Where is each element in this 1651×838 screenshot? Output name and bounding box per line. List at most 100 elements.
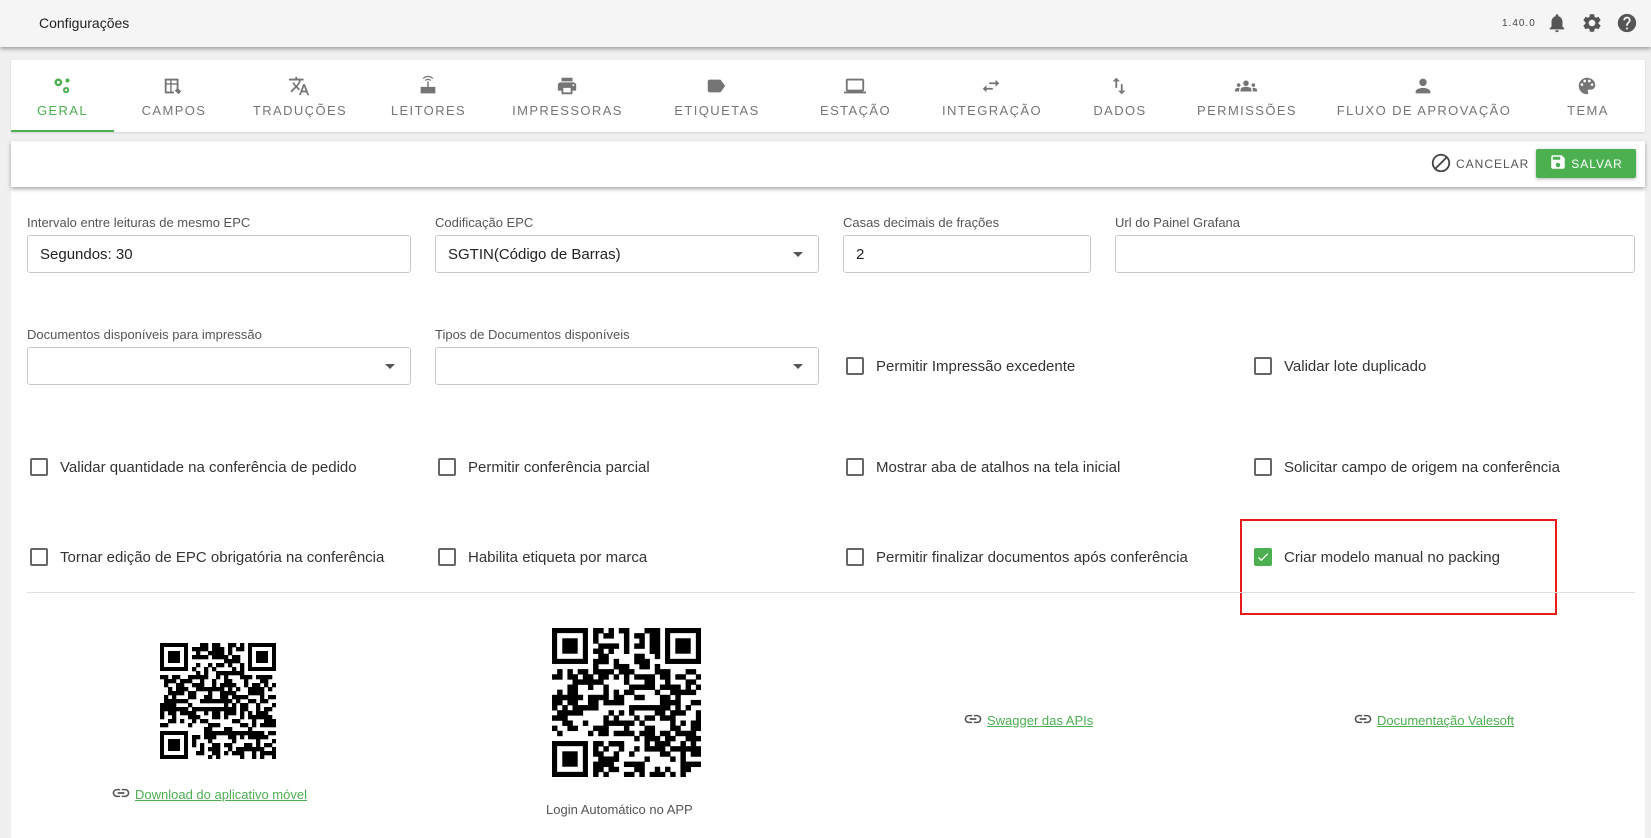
tab-label: ESTAÇÃO [820, 102, 891, 118]
checkbox-label: Solicitar campo de origem na conferência [1284, 458, 1560, 476]
checkbox-solicitar-campo-origem[interactable]: Solicitar campo de origem na conferência [1254, 455, 1560, 479]
grafana-url-input[interactable] [1115, 235, 1635, 273]
decimals-input[interactable]: 2 [843, 235, 1091, 273]
encoding-select[interactable]: SGTIN(Código de Barras) [435, 235, 819, 273]
print-docs-label: Documentos disponíveis para impressão [27, 327, 262, 342]
decimals-value: 2 [856, 245, 865, 263]
checkbox-box[interactable] [1254, 458, 1272, 476]
doc-types-label: Tipos de Documentos disponíveis [435, 327, 630, 342]
tab-traducoes[interactable]: TRADUÇÕES [234, 60, 366, 132]
tab-label: LEITORES [390, 102, 467, 118]
interval-label: Intervalo entre leituras de mesmo EPC [27, 215, 251, 230]
checkbox-box[interactable] [846, 357, 864, 375]
checkbox-box[interactable] [846, 548, 864, 566]
doc-types-select[interactable] [435, 347, 819, 385]
label-icon [705, 75, 729, 99]
checkbox-label: Habilita etiqueta por marca [468, 548, 648, 566]
tab-tema[interactable]: TEMA [1531, 60, 1645, 132]
checkbox-tornar-edicao-epc[interactable]: Tornar edição de EPC obrigatória na conf… [30, 545, 384, 569]
gears-icon [51, 75, 75, 99]
link-icon [1353, 709, 1373, 732]
router-icon [417, 75, 441, 99]
tab-estacao[interactable]: ESTAÇÃO [790, 60, 921, 132]
action-bar: CANCELAR SALVAR [11, 141, 1645, 187]
app-version: 1.40.0 [1502, 18, 1536, 29]
interval-input[interactable]: Segundos: 30 [27, 235, 411, 273]
cancel-label: CANCELAR [1456, 157, 1530, 171]
checkbox-label: Criar modelo manual no packing [1284, 548, 1500, 566]
swap-arrows-icon [980, 75, 1004, 99]
checkbox-box-checked[interactable] [1254, 548, 1272, 566]
gear-icon[interactable] [1581, 12, 1603, 34]
checkbox-validar-lote-duplicado[interactable]: Validar lote duplicado [1254, 354, 1426, 378]
dropdown-arrow-icon [793, 252, 803, 257]
tab-label: FLUXO DE APROVAÇÃO [1336, 102, 1512, 118]
link-text: Download do aplicativo móvel [135, 787, 307, 802]
translate-icon [288, 75, 312, 99]
help-icon[interactable] [1616, 12, 1638, 34]
group-icon [1235, 75, 1259, 99]
tab-label: PERMISSÕES [1197, 102, 1297, 118]
link-text: Documentação Valesoft [1377, 713, 1515, 728]
checkbox-box[interactable] [1254, 357, 1272, 375]
checkbox-permitir-finalizar-documentos[interactable]: Permitir finalizar documentos após confe… [846, 545, 1188, 569]
decimals-label: Casas decimais de frações [843, 215, 1000, 230]
printer-icon [556, 75, 580, 99]
encoding-value: SGTIN(Código de Barras) [448, 245, 621, 263]
person-icon [1412, 75, 1436, 99]
qr-code-login-app [552, 628, 701, 777]
tab-label: ETIQUETAS [674, 102, 760, 118]
link-icon [111, 783, 131, 806]
save-button[interactable]: SALVAR [1536, 149, 1636, 178]
checkbox-box[interactable] [438, 548, 456, 566]
checkbox-validar-quantidade[interactable]: Validar quantidade na conferência de ped… [30, 455, 357, 479]
tab-permissoes[interactable]: PERMISSÕES [1177, 60, 1317, 132]
checkbox-label: Mostrar aba de atalhos na tela inicial [876, 458, 1121, 476]
tab-integracao[interactable]: INTEGRAÇÃO [921, 60, 1063, 132]
checkbox-permitir-conferencia-parcial[interactable]: Permitir conferência parcial [438, 455, 650, 479]
tab-fluxo-aprovacao[interactable]: FLUXO DE APROVAÇÃO [1317, 60, 1531, 132]
tab-impressoras[interactable]: IMPRESSORAS [491, 60, 644, 132]
login-app-caption: Login Automático no APP [546, 802, 693, 817]
tab-label: IMPRESSORAS [512, 102, 623, 118]
tab-label: INTEGRAÇÃO [942, 102, 1042, 118]
tab-label: TEMA [1567, 102, 1609, 118]
swagger-link[interactable]: Swagger das APIs [963, 709, 1093, 732]
grafana-label: Url do Painel Grafana [1115, 215, 1241, 230]
link-icon [963, 709, 983, 732]
checkbox-label: Permitir finalizar documentos após confe… [876, 548, 1188, 566]
tab-etiquetas[interactable]: ETIQUETAS [644, 60, 790, 132]
checkbox-habilita-etiqueta-marca[interactable]: Habilita etiqueta por marca [438, 545, 647, 569]
sort-arrows-icon [1108, 75, 1132, 99]
checkbox-box[interactable] [30, 548, 48, 566]
save-icon [1549, 153, 1567, 174]
cancel-button[interactable]: CANCELAR [1430, 151, 1529, 177]
checkbox-box[interactable] [846, 458, 864, 476]
interval-value: Segundos: 30 [40, 245, 133, 263]
print-docs-select[interactable] [27, 347, 411, 385]
dropdown-arrow-icon [385, 364, 395, 369]
check-icon [1257, 553, 1269, 562]
encoding-label: Codificação EPC [435, 215, 534, 230]
settings-tabs: GERAL CAMPOS TRADUÇÕES LEITORES IMPRESSO… [11, 60, 1645, 132]
checkbox-label: Permitir conferência parcial [468, 458, 650, 476]
documentation-link[interactable]: Documentação Valesoft [1353, 709, 1514, 732]
checkbox-criar-modelo-manual[interactable]: Criar modelo manual no packing [1254, 545, 1500, 569]
download-app-link[interactable]: Download do aplicativo móvel [111, 783, 307, 806]
checkbox-permitir-impressao-excedente[interactable]: Permitir Impressão excedente [846, 354, 1075, 378]
tab-geral[interactable]: GERAL [11, 60, 114, 132]
tab-dados[interactable]: DADOS [1063, 60, 1177, 132]
checkbox-box[interactable] [438, 458, 456, 476]
checkbox-label: Permitir Impressão excedente [876, 357, 1076, 375]
tab-leitores[interactable]: LEITORES [366, 60, 491, 132]
laptop-icon [843, 75, 868, 99]
checkbox-box[interactable] [30, 458, 48, 476]
dropdown-arrow-icon [793, 364, 803, 369]
tab-label: DADOS [1093, 102, 1147, 118]
top-app-bar: Configurações 1.40.0 [0, 0, 1651, 47]
checkbox-mostrar-aba-atalhos[interactable]: Mostrar aba de atalhos na tela inicial [846, 455, 1120, 479]
tab-campos[interactable]: CAMPOS [114, 60, 234, 132]
divider [27, 592, 1635, 593]
bell-icon[interactable] [1546, 12, 1568, 34]
checkbox-label: Validar lote duplicado [1284, 357, 1427, 375]
